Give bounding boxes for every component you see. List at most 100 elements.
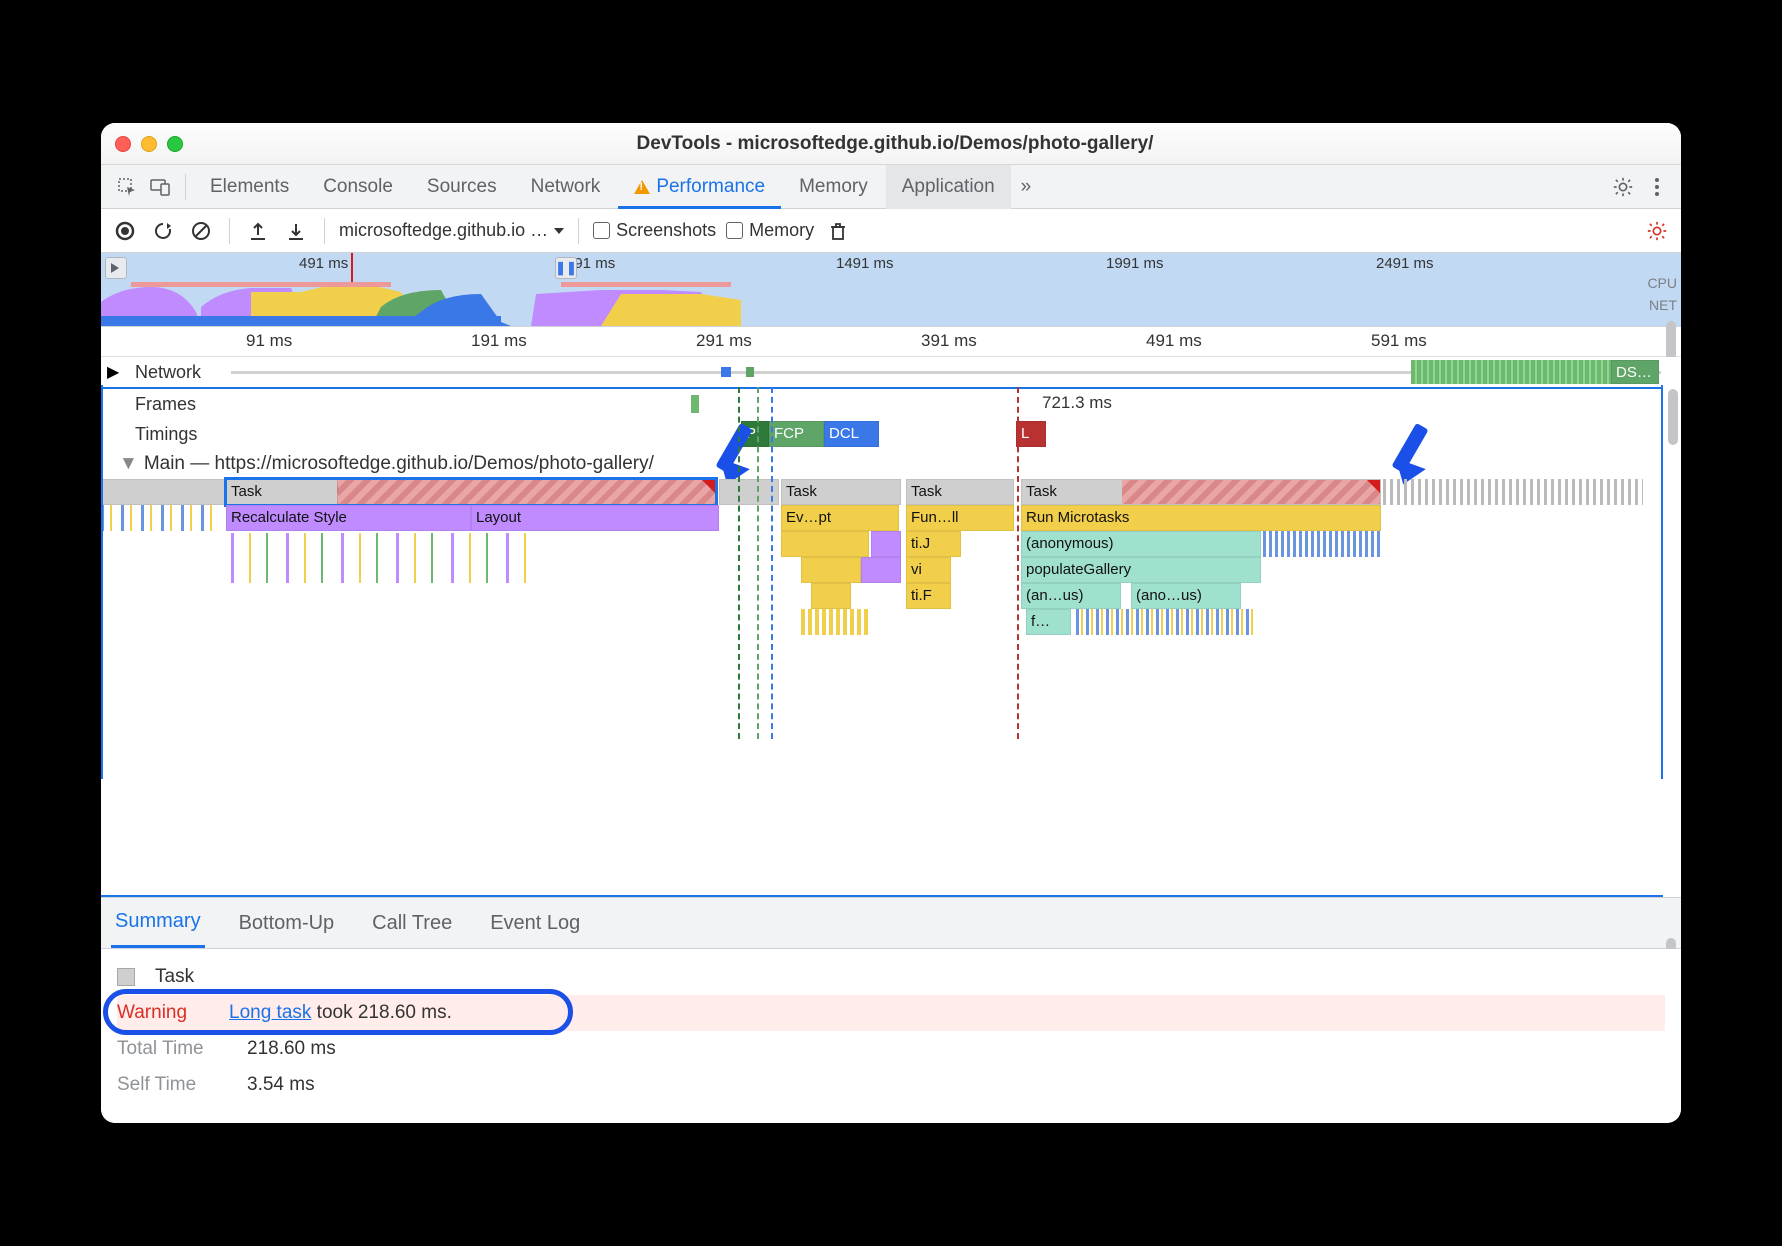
event-log-tab[interactable]: Event Log bbox=[486, 900, 584, 947]
tab-sources[interactable]: Sources bbox=[411, 165, 513, 209]
main-track-header[interactable]: ▼ Main — https://microsoftedge.github.io… bbox=[101, 449, 1681, 479]
garbage-collect-icon[interactable] bbox=[824, 217, 852, 245]
warning-icon bbox=[634, 180, 650, 194]
task-bar[interactable]: Task bbox=[1021, 479, 1381, 505]
anon-us1-bar[interactable]: (an…us) bbox=[1021, 583, 1121, 609]
task-bar-selected[interactable]: Task bbox=[226, 479, 716, 505]
maximize-icon[interactable] bbox=[167, 136, 183, 152]
tab-network[interactable]: Network bbox=[515, 165, 617, 209]
call-tree-tab[interactable]: Call Tree bbox=[368, 900, 456, 947]
play-mark-icon bbox=[105, 257, 127, 279]
fp-line bbox=[738, 387, 740, 739]
vertical-scrollbar[interactable] bbox=[1668, 389, 1678, 445]
annotation-circle-icon bbox=[103, 989, 573, 1035]
f-bar[interactable]: f… bbox=[1026, 609, 1071, 635]
total-time-value: 218.60 ms bbox=[247, 1038, 336, 1060]
tab-bar: Elements Console Sources Network Perform… bbox=[101, 165, 1681, 209]
tab-application[interactable]: Application bbox=[886, 165, 1011, 209]
chevron-down-icon bbox=[554, 228, 564, 234]
overview-tick: 2491 ms bbox=[1376, 255, 1434, 272]
timings-track[interactable]: Timings 721.3 ms P FCP DCL L bbox=[101, 419, 1681, 449]
upload-profile-icon[interactable] bbox=[244, 217, 272, 245]
self-time-value: 3.54 ms bbox=[247, 1074, 315, 1096]
ev-bar[interactable]: Ev…pt bbox=[781, 505, 899, 531]
tab-performance[interactable]: Performance bbox=[618, 165, 781, 209]
network-ds-bar[interactable]: DS… bbox=[1611, 360, 1659, 384]
frames-track[interactable]: Frames bbox=[101, 389, 1681, 419]
kebab-menu-icon[interactable] bbox=[1641, 171, 1673, 203]
tracks-area: ▶ Network DS… Frames Timings 721.3 ms P … bbox=[101, 357, 1681, 897]
memory-label: Memory bbox=[749, 220, 814, 241]
self-time-label: Self Time bbox=[117, 1074, 227, 1096]
bottom-up-tab[interactable]: Bottom-Up bbox=[235, 900, 339, 947]
ruler-tick: 191 ms bbox=[471, 331, 527, 351]
capture-settings-gear-icon[interactable] bbox=[1643, 217, 1671, 245]
activity-stripes bbox=[101, 505, 221, 531]
anonymous-bar[interactable]: (anonymous) bbox=[1021, 531, 1261, 557]
expand-icon[interactable]: ▶ bbox=[107, 362, 119, 382]
clear-icon[interactable] bbox=[187, 217, 215, 245]
tab-elements[interactable]: Elements bbox=[194, 165, 305, 209]
fun-bar[interactable]: Fun…ll bbox=[906, 505, 1014, 531]
self-time-row: Self Time 3.54 ms bbox=[117, 1067, 1665, 1103]
screenshots-label: Screenshots bbox=[616, 220, 716, 241]
task-bar[interactable]: Task bbox=[781, 479, 901, 505]
task-stripes bbox=[1383, 479, 1643, 505]
pause-mark-icon: ❚❚ bbox=[555, 257, 577, 279]
tab-console[interactable]: Console bbox=[307, 165, 409, 209]
summary-tab[interactable]: Summary bbox=[111, 898, 205, 948]
screenshots-checkbox[interactable]: Screenshots bbox=[593, 220, 716, 241]
task-label: Task bbox=[231, 483, 262, 500]
devtools-window: DevTools - microsoftedge.github.io/Demos… bbox=[101, 123, 1681, 1123]
minimize-icon[interactable] bbox=[141, 136, 157, 152]
tab-memory[interactable]: Memory bbox=[783, 165, 884, 209]
memory-checkbox[interactable]: Memory bbox=[726, 220, 814, 241]
collapse-icon[interactable]: ▼ bbox=[119, 453, 138, 475]
ruler-tick: 391 ms bbox=[921, 331, 977, 351]
profile-select[interactable]: microsoftedge.github.io … bbox=[339, 220, 564, 241]
total-time-row: Total Time 218.60 ms bbox=[117, 1031, 1665, 1067]
tabs-expand[interactable]: » bbox=[1013, 165, 1040, 209]
anon-us2-bar[interactable]: (ano…us) bbox=[1131, 583, 1241, 609]
ruler-tick: 291 ms bbox=[696, 331, 752, 351]
overview-strip[interactable]: 491 ms 991 ms 1491 ms 1991 ms 2491 ms ❚❚… bbox=[101, 253, 1681, 327]
time-ruler[interactable]: 91 ms 191 ms 291 ms 391 ms 491 ms 591 ms bbox=[101, 327, 1681, 357]
timings-label: Timings bbox=[101, 424, 221, 445]
layout-bar[interactable]: Layout bbox=[471, 505, 719, 531]
vi-bar[interactable]: vi bbox=[906, 557, 951, 583]
overview-tick: 1491 ms bbox=[836, 255, 894, 272]
total-time-label: Total Time bbox=[117, 1038, 227, 1060]
titlebar: DevTools - microsoftedge.github.io/Demos… bbox=[101, 123, 1681, 165]
dcl-badge: DCL bbox=[824, 421, 879, 447]
task-bar[interactable]: Task bbox=[906, 479, 1014, 505]
download-profile-icon[interactable] bbox=[282, 217, 310, 245]
device-toggle-icon[interactable] bbox=[145, 171, 177, 203]
network-track[interactable]: ▶ Network DS… bbox=[101, 357, 1681, 387]
tif-bar[interactable]: ti.F bbox=[906, 583, 951, 609]
page-title: DevTools - microsoftedge.github.io/Demos… bbox=[183, 133, 1607, 155]
performance-toolbar: microsoftedge.github.io … Screenshots Me… bbox=[101, 209, 1681, 253]
tij-bar[interactable]: ti.J bbox=[906, 531, 961, 557]
overview-cpu-label: CPU bbox=[1647, 275, 1677, 291]
fcp-badge: FCP bbox=[769, 421, 824, 447]
flame-chart[interactable]: Task Task Task Task Recalculate Style La… bbox=[101, 479, 1681, 739]
task-heading: Task bbox=[155, 966, 194, 988]
vertical-scrollbar[interactable] bbox=[1666, 321, 1676, 361]
inspect-icon[interactable] bbox=[111, 171, 143, 203]
ruler-tick: 91 ms bbox=[246, 331, 292, 351]
overview-net-bar bbox=[101, 316, 501, 326]
populate-gallery-bar[interactable]: populateGallery bbox=[1021, 557, 1261, 583]
activity-stripes bbox=[231, 533, 531, 583]
profile-select-label: microsoftedge.github.io … bbox=[339, 220, 548, 241]
ruler-tick: 591 ms bbox=[1371, 331, 1427, 351]
details-panel: Task Warning Long task took 218.60 ms. T… bbox=[101, 949, 1681, 1123]
reload-record-icon[interactable] bbox=[149, 217, 177, 245]
timing-marker: 721.3 ms bbox=[1042, 393, 1112, 413]
close-icon[interactable] bbox=[115, 136, 131, 152]
run-microtasks-bar[interactable]: Run Microtasks bbox=[1021, 505, 1381, 531]
settings-gear-icon[interactable] bbox=[1607, 171, 1639, 203]
record-icon[interactable] bbox=[111, 217, 139, 245]
recalc-style-bar[interactable]: Recalculate Style bbox=[226, 505, 471, 531]
l-badge: L bbox=[1016, 421, 1046, 447]
tab-performance-label: Performance bbox=[656, 176, 765, 198]
